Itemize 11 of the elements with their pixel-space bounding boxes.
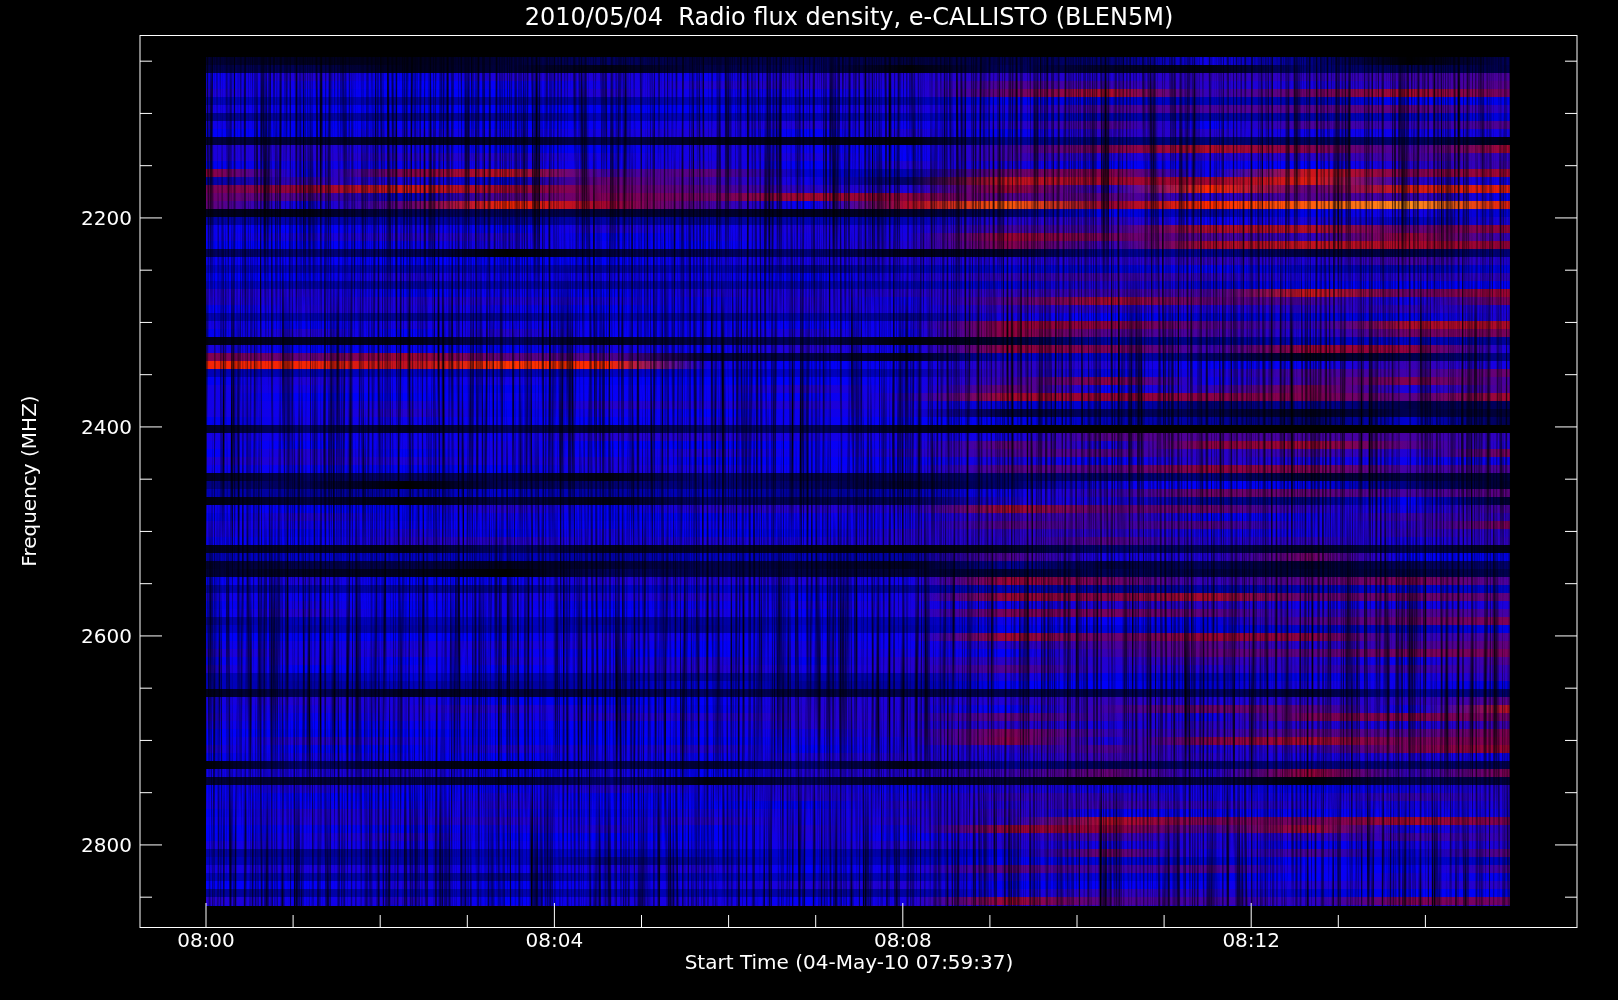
chart-title: 2010/05/04 Radio flux density, e-CALLISTO (BLEN5M)	[524, 2, 1174, 33]
y-tick-label: 2200	[81, 205, 132, 230]
y-tick-label: 2600	[81, 623, 132, 648]
x-tick-label: 08:08	[874, 928, 932, 950]
y-tick-label: 2800	[81, 832, 132, 857]
x-axis-label: Start Time (04-May-10 07:59:37)	[684, 950, 1014, 974]
y-axis-label: Frequency (MHZ)	[17, 395, 41, 567]
y-tick-label: 2400	[81, 414, 132, 439]
x-tick-label: 08:00	[177, 928, 235, 950]
x-tick-label: 08:04	[525, 928, 584, 950]
x-tick-label: 08:12	[1222, 928, 1280, 950]
